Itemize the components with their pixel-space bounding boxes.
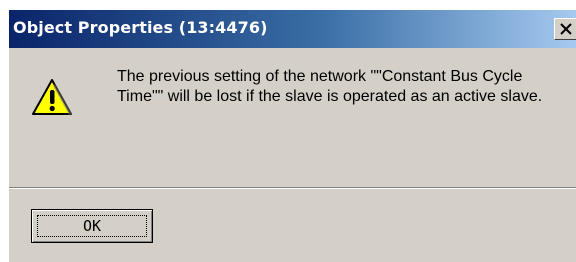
ok-button-label: OK	[82, 217, 102, 235]
close-button[interactable]	[554, 18, 576, 40]
ok-button[interactable]: OK	[31, 209, 153, 243]
dialog-window: Object Properties (13:4476) The previous…	[8, 10, 576, 262]
separator	[9, 187, 576, 189]
message-text: The previous setting of the network ""Co…	[117, 68, 543, 105]
window-title: Object Properties (13:4476)	[13, 18, 268, 37]
warning-icon	[31, 78, 73, 121]
close-icon	[560, 23, 572, 35]
title-bar[interactable]: Object Properties (13:4476)	[9, 10, 576, 48]
